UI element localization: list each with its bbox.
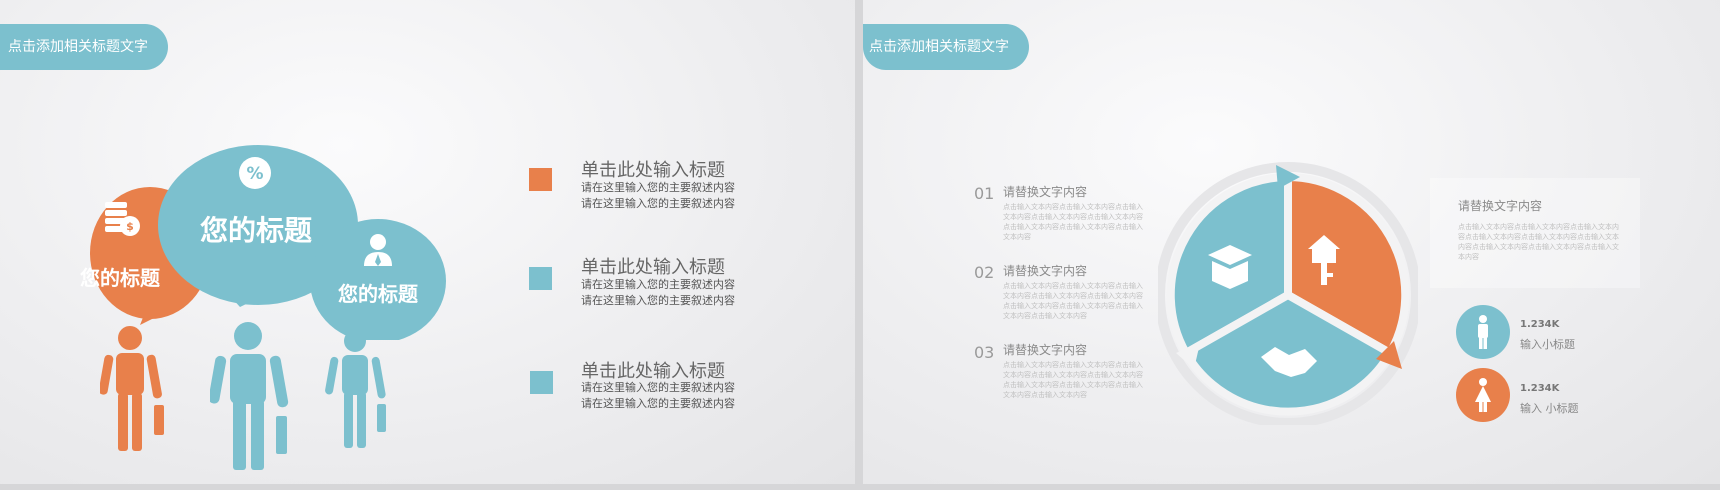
list-body-1: 点击输入文本内容点击输入文本内容点击输入文本内容点击输入文本内容点击输入文本内容… [1003, 203, 1143, 241]
list-title-2[interactable]: 请替换文字内容 [1003, 262, 1087, 279]
teal-person-figure-large [210, 322, 289, 470]
bubble-label-center: 您的标题 [200, 214, 313, 247]
item-desc-1a: 请在这里输入您的主要叙述内容 [581, 181, 735, 194]
item-desc-3a: 请在这里输入您的主要叙述内容 [581, 381, 735, 394]
item-marker-3 [530, 371, 553, 394]
female-person-icon [1475, 378, 1491, 412]
item-title-2[interactable]: 单击此处输入标题 [581, 253, 725, 279]
svg-text:$: $ [126, 220, 134, 233]
stat-value-1: 1.234K [1520, 319, 1560, 330]
orange-person-figure [100, 326, 164, 451]
list-number-1: 01 [974, 184, 995, 203]
businessman-icon [364, 234, 392, 266]
slide-title-tab[interactable]: 点击添加相关标题文字 [863, 24, 1029, 70]
item-desc-3b: 请在这里输入您的主要叙述内容 [581, 397, 735, 410]
male-person-icon [1478, 315, 1488, 349]
bubble-label-right: 您的标题 [338, 282, 418, 306]
slide-left: 点击添加相关标题文字 $ % 您的标题 您的标题 您的标题 单击此处输入标题 请… [0, 0, 855, 484]
item-desc-2b: 请在这里输入您的主要叙述内容 [581, 294, 735, 307]
male-stat-circle [1456, 305, 1510, 359]
item-marker-2 [529, 267, 552, 290]
item-title-1[interactable]: 单击此处输入标题 [581, 156, 725, 182]
summary-body: 点击输入文本内容点击输入文本内容点击输入文本内容点击输入文本内容点击输入文本内容… [1458, 223, 1619, 261]
summary-title[interactable]: 请替换文字内容 [1458, 197, 1542, 214]
bubble-label-left: 您的标题 [80, 266, 160, 290]
list-body-2: 点击输入文本内容点击输入文本内容点击输入文本内容点击输入文本内容点击输入文本内容… [1003, 282, 1143, 320]
list-number-2: 02 [974, 263, 995, 282]
female-stat-circle [1456, 368, 1510, 422]
slide-title-tab[interactable]: 点击添加相关标题文字 [0, 24, 168, 70]
stat-label-1: 输入小标题 [1520, 338, 1575, 351]
item-marker-1 [529, 168, 552, 191]
svg-text:%: % [246, 164, 263, 184]
list-body-3: 点击输入文本内容点击输入文本内容点击输入文本内容点击输入文本内容点击输入文本内容… [1003, 361, 1143, 399]
stat-value-2: 1.234K [1520, 383, 1560, 394]
list-number-3: 03 [974, 343, 995, 362]
coins-icon: $ [105, 202, 140, 236]
item-desc-2a: 请在这里输入您的主要叙述内容 [581, 278, 735, 291]
list-title-3[interactable]: 请替换文字内容 [1003, 341, 1087, 358]
list-title-1[interactable]: 请替换文字内容 [1003, 183, 1087, 200]
percent-badge-icon: % [239, 157, 271, 189]
teal-person-figure-small [325, 330, 386, 448]
stat-label-2: 输入 小标题 [1520, 402, 1579, 415]
cycle-pie-diagram [1158, 162, 1418, 425]
item-desc-1b: 请在这里输入您的主要叙述内容 [581, 197, 735, 210]
